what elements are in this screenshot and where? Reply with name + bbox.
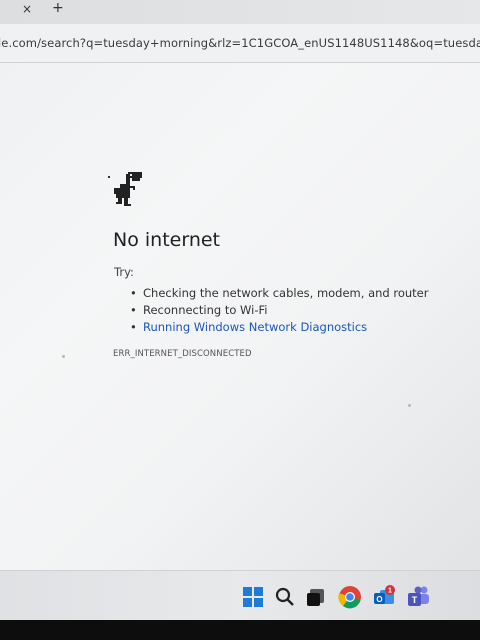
teams-icon[interactable]: T <box>405 584 431 610</box>
dinosaur-icon <box>106 170 148 212</box>
suggestion-item[interactable]: Running Windows Network Diagnostics <box>130 319 428 336</box>
browser-window: × + le.com/search?q=tuesday+morning&rlz=… <box>0 0 480 620</box>
tab-strip: × + <box>0 0 480 24</box>
suggestion-list: Checking the network cables, modem, and … <box>130 285 428 336</box>
new-tab-button[interactable]: + <box>52 0 64 16</box>
url-text[interactable]: le.com/search?q=tuesday+morning&rlz=1C1G… <box>0 36 480 50</box>
error-title: No internet <box>113 229 220 251</box>
svg-text:O: O <box>376 595 382 604</box>
monitor-bezel <box>0 620 480 640</box>
error-code: ERR_INTERNET_DISCONNECTED <box>113 349 252 359</box>
close-tab-button[interactable]: × <box>22 2 32 16</box>
suggestion-text: Reconnecting to Wi-Fi <box>143 303 268 317</box>
search-icon[interactable] <box>272 584 298 610</box>
network-diagnostics-link[interactable]: Running Windows Network Diagnostics <box>143 320 367 334</box>
task-view-icon[interactable] <box>303 584 329 610</box>
address-bar[interactable]: le.com/search?q=tuesday+morning&rlz=1C1G… <box>0 24 480 63</box>
screen-speck <box>408 404 411 407</box>
screen-speck <box>62 355 65 358</box>
notification-badge: 1 <box>388 588 392 595</box>
chrome-icon[interactable] <box>337 584 363 610</box>
suggestion-item: Reconnecting to Wi-Fi <box>130 302 428 319</box>
taskbar: O 1 T <box>0 570 480 620</box>
try-label: Try: <box>114 265 134 279</box>
svg-text:T: T <box>412 595 418 605</box>
dinosaur-graphic <box>108 172 142 206</box>
suggestion-text: Checking the network cables, modem, and … <box>143 286 429 300</box>
suggestion-item: Checking the network cables, modem, and … <box>130 285 428 302</box>
outlook-icon[interactable]: O 1 <box>371 584 397 610</box>
windows-start-icon[interactable] <box>240 584 266 610</box>
